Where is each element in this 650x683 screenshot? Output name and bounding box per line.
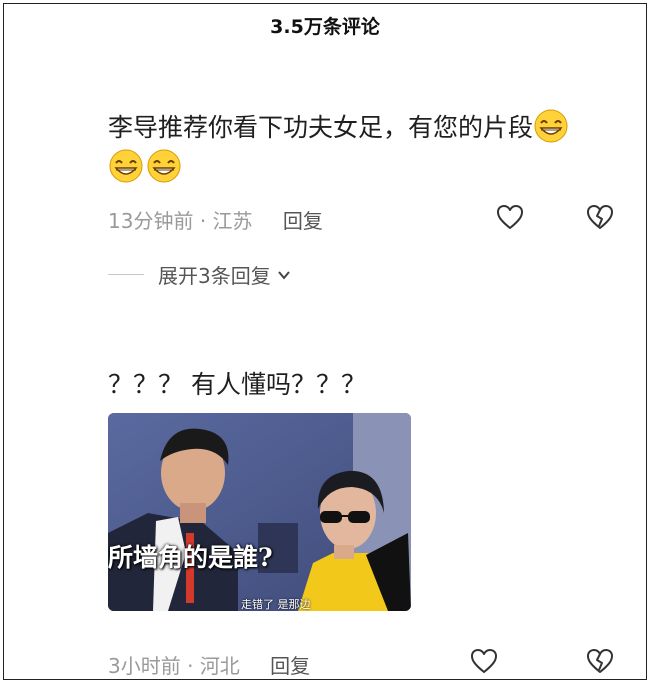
comment-count-title: 3.5万条评论 [270,16,380,38]
broken-heart-icon [587,649,613,673]
comment-1-time: 13分钟前 [108,209,194,233]
grinning-face-emoji [534,109,568,143]
expand-replies-label: 展开3条回复 [158,264,271,288]
meme-caption: 所墙角的是誰? [108,543,273,572]
comment-2-time: 3小时前 [108,654,181,678]
comment-1-location: 江苏 [212,209,253,233]
comment-1-meta: 13分钟前 · 江苏 回复 [108,205,323,234]
meme-subtitle: 走错了 是那边 [241,598,311,611]
comment-2-reply-button[interactable]: 回复 [270,654,310,678]
comment-2-text: ？？？ 有人懂吗？？？ [108,370,366,399]
comment-1-reply-button[interactable]: 回复 [283,209,323,233]
comment-2-meta: 3小时前 · 河北 回复 [108,650,310,679]
comments-panel: 3.5万条评论 李导推荐你看下功夫女足，有您的片段 13分钟前 · 江苏 回复 … [3,3,647,680]
comment-1-like-button[interactable] [494,201,526,233]
comment-1-text-block: 李导推荐你看下功夫女足，有您的片段 [108,108,628,188]
grinning-face-emoji [147,149,181,183]
chevron-down-icon [277,270,290,280]
broken-heart-icon [587,205,613,229]
comment-1-text: 李导推荐你看下功夫女足，有您的片段 [108,113,534,142]
heart-icon [471,649,497,673]
heart-icon [497,205,523,229]
comment-2-location: 河北 [199,654,240,678]
grinning-face-emoji [109,149,143,183]
meme-image[interactable]: 所墙角的是誰? 走错了 是那边 [108,413,411,611]
comment-2-like-button[interactable] [468,645,500,677]
comment-2-dislike-button[interactable] [584,645,616,677]
meme-scene [108,413,411,611]
meta-separator: · [187,654,194,678]
divider-line [108,274,144,275]
expand-replies-button[interactable]: 展开3条回复 [108,260,291,289]
meta-separator: · [199,209,207,233]
comment-1-dislike-button[interactable] [584,201,616,233]
